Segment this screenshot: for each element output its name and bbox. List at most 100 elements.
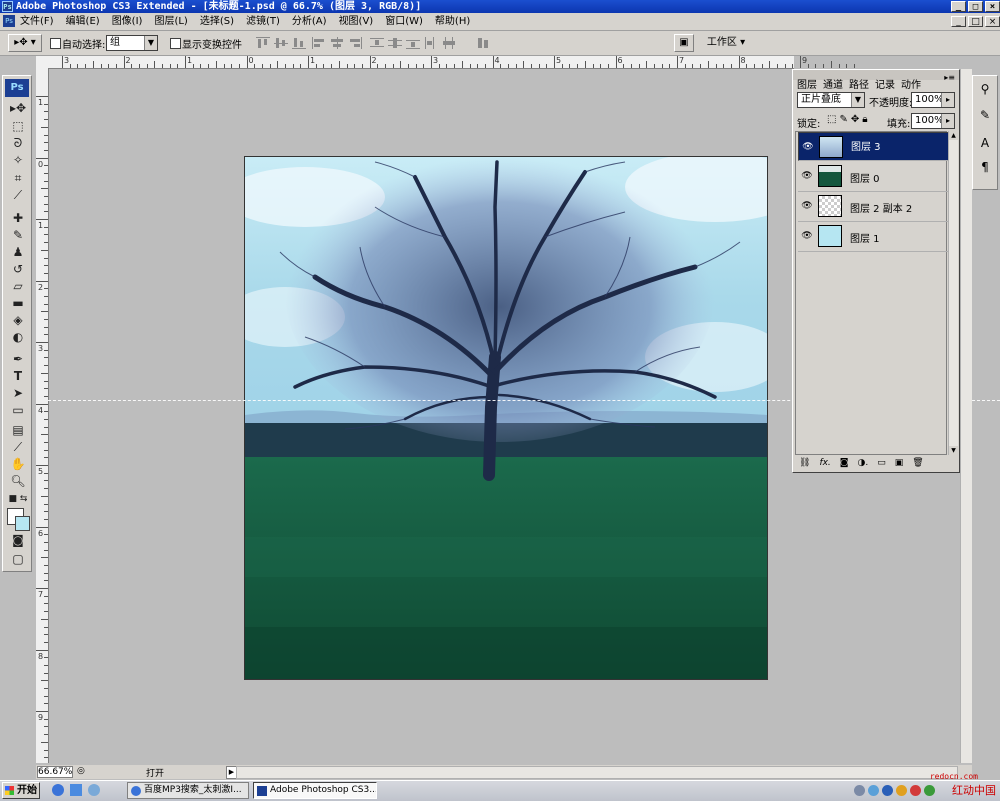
tray-icon[interactable] xyxy=(854,785,865,796)
hand-tool-icon[interactable]: ✋ xyxy=(7,456,29,472)
layer-row[interactable]: 👁︎ 图层 2 副本 2 xyxy=(798,192,950,222)
lock-icons[interactable]: ⬚✎✥🔒︎ xyxy=(827,114,871,125)
tab-paths[interactable]: 路径 xyxy=(849,76,869,91)
desktop-quicklaunch-icon[interactable] xyxy=(70,784,82,796)
character-panel-icon[interactable]: A xyxy=(976,134,994,152)
distribute-hcenter-icon[interactable] xyxy=(442,37,456,49)
clone-stamp-tool-icon[interactable]: ♟ xyxy=(7,244,29,260)
workspace-menu-button[interactable]: 工作区 ▾ xyxy=(700,34,752,52)
align-left-icon[interactable] xyxy=(312,37,326,49)
eraser-tool-icon[interactable]: ▱ xyxy=(7,278,29,294)
show-transform-checkbox[interactable] xyxy=(170,38,181,49)
align-top-icon[interactable] xyxy=(256,37,270,49)
magic-wand-tool-icon[interactable]: ✧ xyxy=(7,152,29,168)
zoom-tool-icon[interactable]: 🔍︎ xyxy=(7,473,29,489)
notes-tool-icon[interactable]: ▤ xyxy=(7,422,29,438)
type-tool-icon[interactable]: T xyxy=(7,368,29,384)
align-vcenter-icon[interactable] xyxy=(274,37,288,49)
adjustment-layer-icon[interactable]: ◑. xyxy=(858,458,869,468)
brushes-panel-icon[interactable]: ✎ xyxy=(976,106,994,124)
photoshop-logo[interactable]: Ps xyxy=(5,79,29,97)
delete-layer-icon[interactable]: 🗑︎ xyxy=(912,458,923,468)
pen-tool-icon[interactable]: ✒ xyxy=(7,351,29,367)
menu-edit[interactable]: 编辑(E) xyxy=(66,13,100,30)
auto-align-layers-icon[interactable] xyxy=(476,37,490,49)
menu-analysis[interactable]: 分析(A) xyxy=(292,13,327,30)
horizontal-scrollbar[interactable] xyxy=(236,766,958,779)
visibility-eye-icon[interactable]: 👁︎ xyxy=(800,200,814,212)
distribute-vcenter-icon[interactable] xyxy=(388,37,402,49)
photoshop-menu-icon[interactable]: Ps xyxy=(3,15,15,27)
menu-filter[interactable]: 滤镜(T) xyxy=(246,13,280,30)
taskbar-item-browser[interactable]: 百度MP3搜索_太刺激I... xyxy=(127,782,249,799)
move-tool-preset-picker[interactable]: ▸✥ ▾ xyxy=(8,34,42,52)
layer-row[interactable]: 👁︎ 图层 0 xyxy=(798,162,950,192)
tray-icon[interactable] xyxy=(882,785,893,796)
horizontal-ruler[interactable]: 3 2 1 0 1 2 3 4 5 6 7 8 9 xyxy=(36,56,855,69)
eyedropper-tool-icon[interactable]: ⟋ xyxy=(7,439,29,455)
layer-row[interactable]: 👁︎ 图层 3 xyxy=(798,132,950,161)
vertical-scrollbar[interactable] xyxy=(960,69,972,763)
status-info-icon[interactable]: ◎ xyxy=(77,766,85,776)
align-bottom-icon[interactable] xyxy=(292,37,306,49)
start-button[interactable]: 开始 xyxy=(2,782,40,799)
path-selection-tool-icon[interactable]: ➤ xyxy=(7,385,29,401)
slice-tool-icon[interactable]: ⟋ xyxy=(7,187,29,203)
visibility-eye-icon[interactable]: 👁︎ xyxy=(800,230,814,242)
default-colors-icon[interactable]: ■ ⇆ xyxy=(7,491,29,507)
panel-menu-icon[interactable]: ▸≡ xyxy=(944,73,955,82)
healing-brush-tool-icon[interactable]: ✚ xyxy=(7,210,29,226)
new-group-icon[interactable]: ▭ xyxy=(877,458,886,468)
fill-field[interactable]: 100% ▸ xyxy=(911,113,955,129)
doc-close-button[interactable]: × xyxy=(985,16,1000,27)
doc-minimize-button[interactable]: _ xyxy=(951,16,966,27)
zoom-field[interactable]: 66.67% xyxy=(37,766,73,778)
align-hcenter-icon[interactable] xyxy=(330,37,344,49)
visibility-eye-icon[interactable]: 👁︎ xyxy=(800,170,814,182)
media-quicklaunch-icon[interactable] xyxy=(88,784,100,796)
menu-help[interactable]: 帮助(H) xyxy=(435,13,470,30)
distribute-bottom-icon[interactable] xyxy=(406,37,420,49)
tab-actions[interactable]: 动作 xyxy=(901,76,921,91)
visibility-eye-icon[interactable]: 👁︎ xyxy=(801,141,815,153)
scroll-down-icon[interactable]: ▼ xyxy=(949,446,958,455)
history-brush-tool-icon[interactable]: ↺ xyxy=(7,261,29,277)
tray-icon[interactable] xyxy=(868,785,879,796)
tray-icon[interactable] xyxy=(924,785,935,796)
restore-button[interactable]: □ xyxy=(968,1,983,12)
distribute-top-icon[interactable] xyxy=(370,37,384,49)
scroll-up-icon[interactable]: ▲ xyxy=(949,131,958,140)
blend-mode-dropdown[interactable]: 正片叠底 ▼ xyxy=(797,92,865,108)
taskbar-item-photoshop[interactable]: Adobe Photoshop CS3... xyxy=(253,782,377,799)
background-color-swatch[interactable] xyxy=(15,516,30,531)
tab-channels[interactable]: 通道 xyxy=(823,76,843,91)
ie-quicklaunch-icon[interactable] xyxy=(52,784,64,796)
dodge-tool-icon[interactable]: ◐ xyxy=(7,329,29,345)
tray-icon[interactable] xyxy=(910,785,921,796)
lasso-tool-icon[interactable]: ᘐ xyxy=(7,135,29,151)
opacity-field[interactable]: 100% ▸ xyxy=(911,92,955,108)
brush-tool-icon[interactable]: ✎ xyxy=(7,227,29,243)
marquee-tool-icon[interactable]: ⬚ xyxy=(7,118,29,134)
menu-select[interactable]: 选择(S) xyxy=(200,13,234,30)
tray-icon[interactable] xyxy=(896,785,907,796)
screen-mode-icon[interactable]: ▢ xyxy=(7,551,29,567)
menu-window[interactable]: 窗口(W) xyxy=(385,13,423,30)
menu-layer[interactable]: 图层(L) xyxy=(154,13,187,30)
new-layer-icon[interactable]: ▣ xyxy=(895,458,904,468)
gradient-tool-icon[interactable]: ▬ xyxy=(7,295,29,311)
add-mask-icon[interactable]: ◙ xyxy=(840,458,849,468)
menu-view[interactable]: 视图(V) xyxy=(339,13,374,30)
menu-image[interactable]: 图像(I) xyxy=(112,13,143,30)
document-canvas[interactable] xyxy=(244,156,768,680)
minimize-button[interactable]: _ xyxy=(951,1,966,12)
layer-row[interactable]: 👁︎ 图层 1 xyxy=(798,222,950,252)
bridge-icon[interactable]: ▣ xyxy=(674,34,694,52)
doc-restore-button[interactable]: □ xyxy=(968,16,983,27)
auto-select-dropdown[interactable]: 组 ▼ xyxy=(106,35,158,51)
align-right-icon[interactable] xyxy=(348,37,362,49)
blur-tool-icon[interactable]: ◈ xyxy=(7,312,29,328)
quick-mask-icon[interactable]: ◙ xyxy=(7,532,29,548)
layer-style-icon[interactable]: fx. xyxy=(819,458,830,468)
auto-select-checkbox[interactable] xyxy=(50,38,61,49)
